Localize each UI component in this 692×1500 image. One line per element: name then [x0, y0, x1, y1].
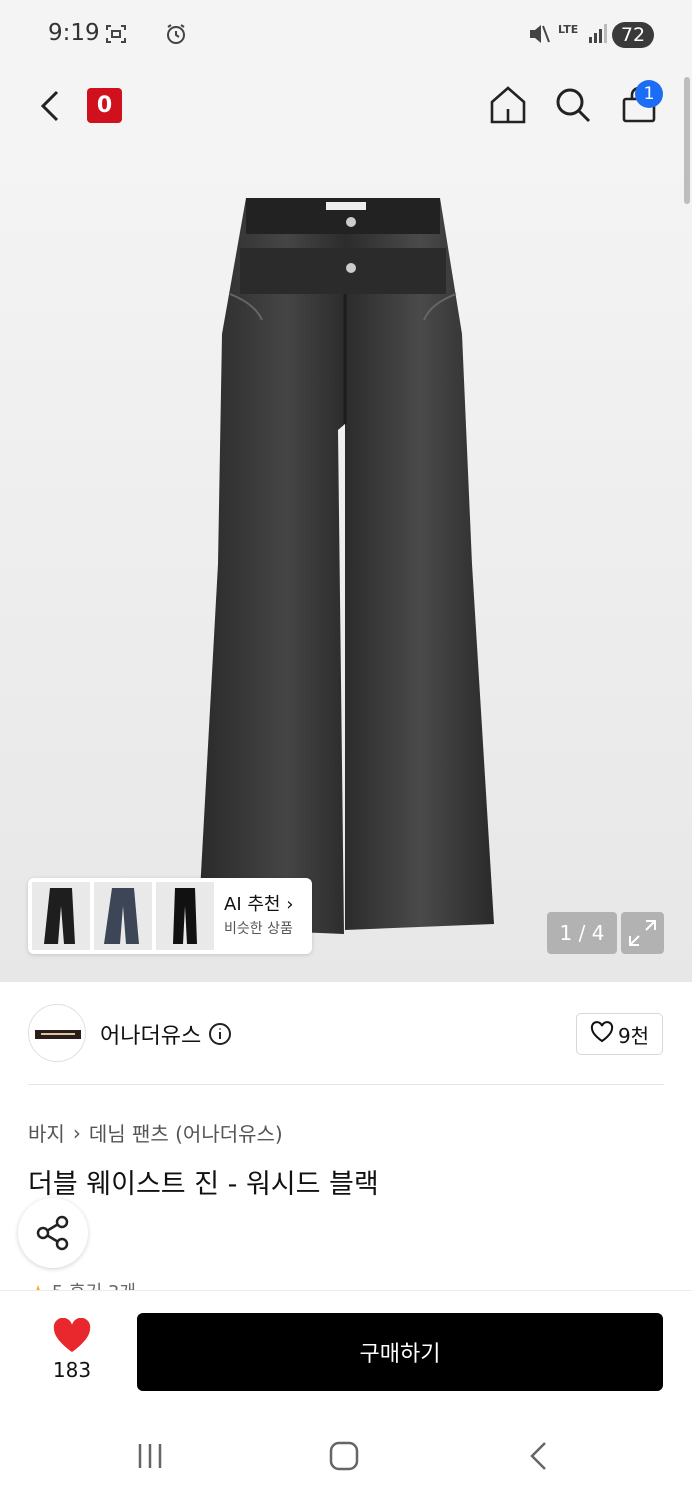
- brand-like-button[interactable]: 9천: [576, 1013, 663, 1055]
- cart-count-badge: 1: [635, 80, 663, 108]
- thumbnail-3[interactable]: [156, 882, 214, 950]
- info-icon[interactable]: [208, 1022, 232, 1052]
- ai-recommend-title[interactable]: AI 추천 ›: [224, 890, 293, 916]
- battery-level: 72: [612, 22, 654, 48]
- product-title: 더블 웨이스트 진 - 워시드 블랙: [28, 1169, 379, 1200]
- back-icon[interactable]: [34, 86, 66, 126]
- share-button[interactable]: [18, 1198, 88, 1268]
- mute-icon: [528, 22, 550, 50]
- scroll-indicator: [684, 77, 690, 204]
- rating-text: 5 후기 3개: [52, 1282, 136, 1290]
- star-icon: ★: [30, 1282, 46, 1290]
- jeans-illustration: [198, 198, 494, 934]
- system-nav-bar: [0, 1410, 692, 1500]
- top-nav: 0: [0, 70, 692, 144]
- brand-logo[interactable]: 0: [87, 88, 122, 123]
- chevron-right-icon: ›: [72, 1120, 81, 1145]
- ai-recommend-subtitle: 비슷한 상품: [224, 921, 293, 937]
- breadcrumb-subcategory[interactable]: 데님 팬츠 (어나더유스): [89, 1118, 283, 1147]
- buy-button[interactable]: 구매하기: [137, 1313, 663, 1391]
- brand-avatar[interactable]: [28, 1004, 86, 1062]
- brand-name[interactable]: 어나더유스: [100, 1018, 232, 1052]
- status-bar: 9:19 LTE 72: [0, 0, 692, 70]
- signal-icon: [588, 22, 608, 48]
- recent-apps-icon[interactable]: [130, 1440, 170, 1472]
- brand-like-count: 9천: [617, 1023, 650, 1048]
- expand-icon[interactable]: [621, 912, 664, 954]
- brand-row: 어나더유스 9천: [0, 982, 692, 1086]
- home-nav-icon[interactable]: [322, 1438, 366, 1474]
- alarm-icon: [164, 22, 188, 50]
- product-image[interactable]: [0, 144, 692, 982]
- status-time: 9:19: [48, 20, 100, 46]
- breadcrumb: 바지 › 데님 팬츠 (어나더유스): [28, 1118, 283, 1147]
- image-counter: 1 / 4: [547, 912, 617, 954]
- chevron-right-icon: ›: [286, 894, 294, 915]
- search-icon[interactable]: [553, 84, 593, 126]
- divider: [28, 1084, 664, 1085]
- heart-outline-icon: [590, 1020, 614, 1048]
- share-icon: [36, 1215, 69, 1251]
- heart-icon[interactable]: [52, 1317, 92, 1358]
- network-label: LTE: [558, 23, 579, 36]
- thumbnail-1[interactable]: [32, 882, 90, 950]
- back-nav-icon[interactable]: [520, 1438, 556, 1474]
- like-count: 183: [52, 1358, 92, 1382]
- screenshot-icon: [104, 22, 128, 50]
- breadcrumb-category[interactable]: 바지: [28, 1118, 65, 1147]
- thumbnail-2[interactable]: [94, 882, 152, 950]
- rating[interactable]: ★ 5 후기 3개: [30, 1278, 136, 1290]
- home-icon[interactable]: [488, 84, 528, 126]
